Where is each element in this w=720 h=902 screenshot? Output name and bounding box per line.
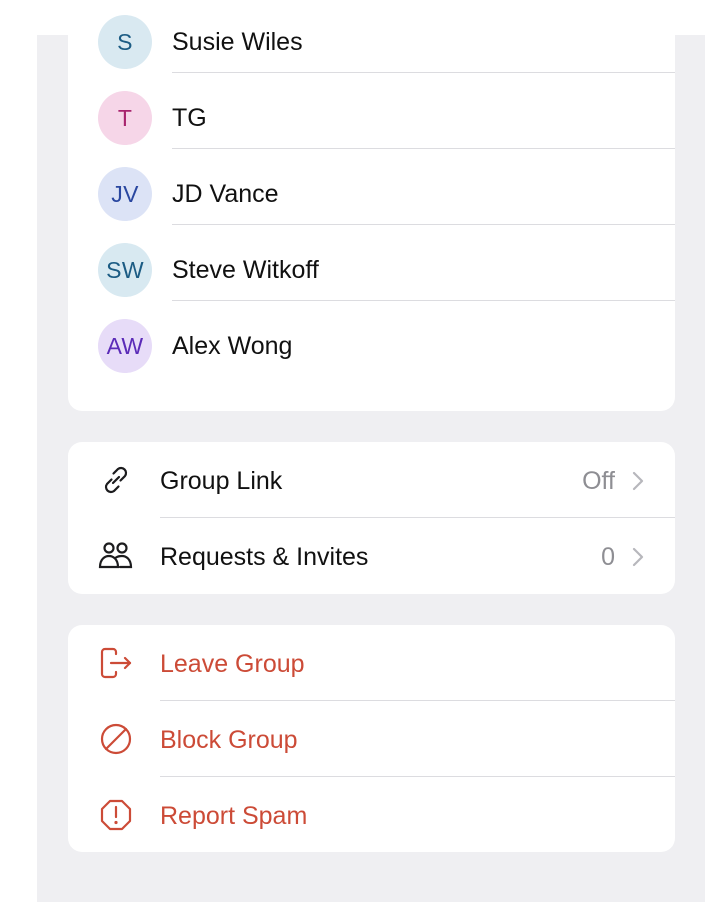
group-settings-card: Group Link Off Requests & Invites 0 <box>68 442 675 594</box>
people-icon <box>98 542 133 569</box>
avatar: T <box>98 91 152 145</box>
report-spam-label: Report Spam <box>160 802 308 830</box>
members-list: S Susie Wiles T TG JV JD Vance SW Steve … <box>68 0 675 411</box>
chevron-right-icon <box>632 471 644 491</box>
leave-icon <box>100 647 132 679</box>
member-row[interactable]: JV JD Vance <box>68 149 675 225</box>
group-link-label: Group Link <box>160 467 283 495</box>
group-actions-card: Leave Group Block Group Report Spam <box>68 625 675 852</box>
link-icon <box>104 466 128 494</box>
avatar: SW <box>98 243 152 297</box>
member-name: TG <box>172 104 207 132</box>
member-row[interactable]: SW Steve Witkoff <box>68 225 675 301</box>
member-name: Steve Witkoff <box>172 256 319 284</box>
report-icon <box>100 799 132 831</box>
leave-group-label: Leave Group <box>160 650 305 678</box>
member-row[interactable]: S Susie Wiles <box>68 0 675 76</box>
group-link-row[interactable]: Group Link Off <box>68 442 675 518</box>
avatar: AW <box>98 319 152 373</box>
member-name: Susie Wiles <box>172 28 303 56</box>
chevron-right-icon <box>632 547 644 567</box>
requests-count: 0 <box>601 543 615 571</box>
member-row[interactable]: AW Alex Wong <box>68 301 675 377</box>
avatar: JV <box>98 167 152 221</box>
leave-group-button[interactable]: Leave Group <box>68 625 675 701</box>
member-name: Alex Wong <box>172 332 293 360</box>
group-settings-screen: S Susie Wiles T TG JV JD Vance SW Steve … <box>37 0 705 902</box>
block-icon <box>100 723 132 755</box>
block-group-label: Block Group <box>160 726 298 754</box>
member-name: JD Vance <box>172 180 279 208</box>
requests-invites-row[interactable]: Requests & Invites 0 <box>68 518 675 594</box>
report-spam-button[interactable]: Report Spam <box>68 777 675 852</box>
block-group-button[interactable]: Block Group <box>68 701 675 777</box>
group-link-value: Off <box>582 467 615 495</box>
requests-invites-label: Requests & Invites <box>160 543 369 571</box>
member-row[interactable]: T TG <box>68 73 675 149</box>
avatar: S <box>98 15 152 69</box>
